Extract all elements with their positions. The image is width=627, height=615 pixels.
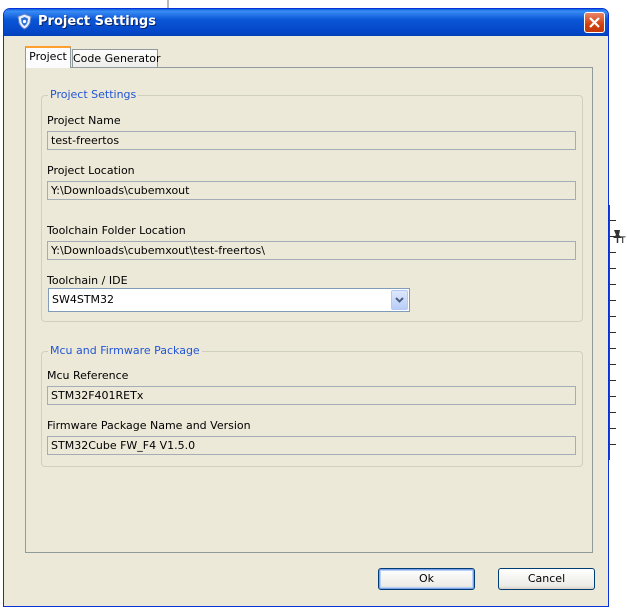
cancel-button[interactable]: Cancel bbox=[498, 568, 595, 590]
firmware-package-label: Firmware Package Name and Version bbox=[47, 419, 251, 432]
background-side-letter: T bbox=[620, 236, 626, 246]
mcu-firmware-group-title: Mcu and Firmware Package bbox=[48, 344, 202, 357]
close-icon bbox=[589, 17, 600, 28]
project-settings-dialog: Project Settings Project Code Generator … bbox=[3, 8, 609, 607]
toolchain-ide-dropdown-button[interactable] bbox=[391, 290, 408, 310]
mcu-reference-field[interactable]: STM32F401RETx bbox=[47, 386, 576, 405]
toolchain-folder-label: Toolchain Folder Location bbox=[47, 224, 186, 237]
toolchain-ide-selected-value: SW4STM32 bbox=[52, 293, 115, 306]
shield-app-icon bbox=[17, 13, 32, 30]
chevron-down-icon bbox=[395, 297, 404, 303]
firmware-package-field[interactable]: STM32Cube FW_F4 V1.5.0 bbox=[47, 436, 576, 455]
project-location-field[interactable]: Y:\Downloads\cubemxout bbox=[47, 181, 576, 200]
close-button[interactable] bbox=[584, 12, 605, 33]
project-name-label: Project Name bbox=[47, 114, 121, 127]
toolchain-ide-select[interactable]: SW4STM32 bbox=[48, 288, 410, 312]
tab-code-generator-label: Code Generator bbox=[73, 52, 161, 65]
project-name-field[interactable]: test-freertos bbox=[47, 131, 576, 150]
project-location-label: Project Location bbox=[47, 164, 135, 177]
title-bar[interactable]: Project Settings bbox=[4, 9, 608, 36]
tab-project[interactable]: Project bbox=[25, 46, 71, 68]
tab-code-generator[interactable]: Code Generator bbox=[72, 49, 161, 68]
tab-project-label: Project bbox=[29, 50, 67, 63]
window-title: Project Settings bbox=[38, 14, 156, 29]
toolchain-ide-label: Toolchain / IDE bbox=[47, 274, 128, 287]
ok-button[interactable]: Ok bbox=[378, 568, 475, 590]
tab-panel-project: Project Settings Project Name test-freer… bbox=[25, 67, 593, 553]
mcu-reference-label: Mcu Reference bbox=[47, 369, 129, 382]
toolchain-folder-field[interactable]: Y:\Downloads\cubemxout\test-freertos\ bbox=[47, 241, 576, 260]
project-settings-group-title: Project Settings bbox=[48, 88, 139, 101]
